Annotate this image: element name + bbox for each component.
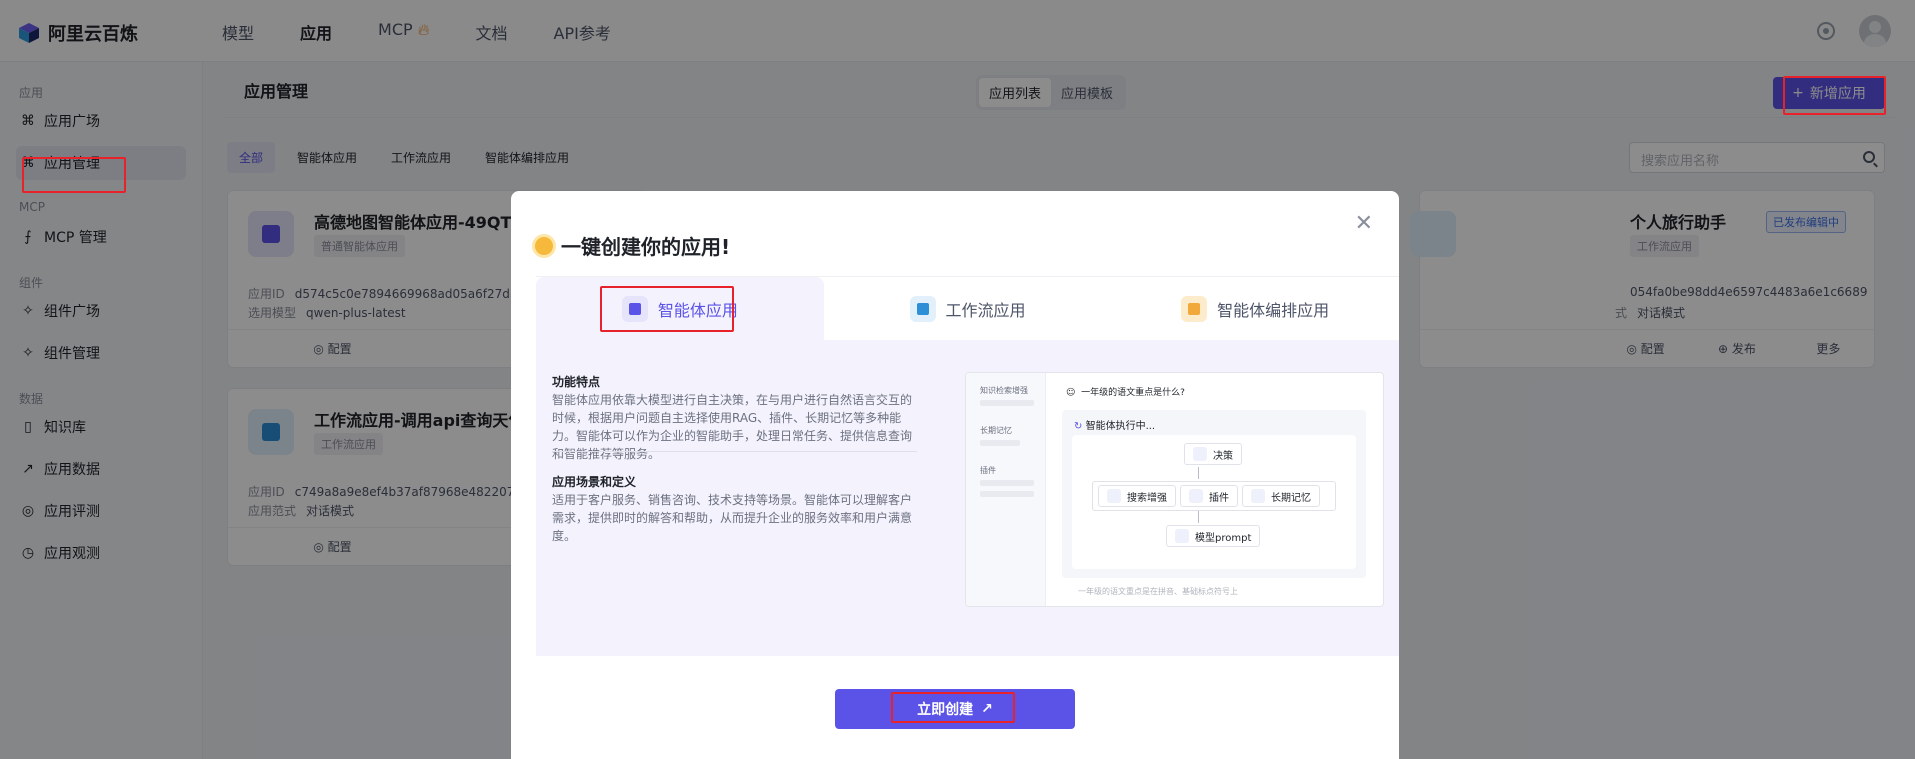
tab-workflow-app[interactable]: 工作流应用 — [824, 277, 1112, 340]
node-label: 模型prompt — [1195, 532, 1252, 544]
preview-answer: 一年级的语文重点是在拼音、基础标点符号上 — [1078, 587, 1238, 596]
highlight-agent-tab — [600, 286, 734, 332]
tab-workflow-app-label: 工作流应用 — [945, 300, 1026, 320]
prompt-icon — [1175, 529, 1189, 543]
flow-arrow — [1198, 511, 1199, 523]
node-label: 搜索增强 — [1127, 492, 1167, 504]
scenario-title: 应用场景和定义 — [552, 475, 637, 489]
node-label: 长期记忆 — [1271, 492, 1311, 504]
preview-run-box: ↻ 智能体执行中... 决策 搜索增强 插件 长期记忆 模型prompt — [1062, 410, 1366, 578]
app-type-panel: 功能特点 智能体应用依靠大模型进行自主决策，在与用户进行自然语言交互的时候，根据… — [536, 340, 1399, 656]
sun-icon — [535, 236, 553, 255]
flow-arrow — [1198, 467, 1199, 479]
features-title: 功能特点 — [552, 375, 601, 389]
node-decision: 决策 — [1184, 443, 1242, 465]
node-label: 决策 — [1213, 450, 1233, 462]
plugin-icon — [1189, 489, 1203, 503]
divider — [552, 451, 917, 452]
highlight-sidebar-app-management — [22, 157, 126, 193]
preview-side-label: 插件 — [980, 466, 996, 475]
preview-bar — [980, 480, 1034, 486]
tab-orchestration-app[interactable]: 智能体编排应用 — [1111, 277, 1399, 340]
create-app-modal: 一键创建你的应用! ✕ 智能体应用 工作流应用 智能体编排应用 功能特点 智能体… — [511, 191, 1399, 759]
preview-bar — [980, 400, 1034, 406]
memory-icon — [1251, 489, 1265, 503]
features-text: 智能体应用依靠大模型进行自主决策，在与用户进行自然语言交互的时候，根据用户问题自… — [552, 393, 913, 461]
modal-title-text: 一键创建你的应用! — [561, 235, 731, 259]
preview-sidebar: 知识检索增强 长期记忆 插件 — [966, 373, 1046, 606]
preview-question-text: 一年级的语文重点是什么? — [1081, 388, 1185, 398]
node-plugin: 插件 — [1180, 485, 1238, 507]
highlight-new-app-button — [1783, 76, 1886, 115]
search-icon — [1107, 489, 1121, 503]
page: 阿里云百炼 模型 应用 MCP 🔥︎ 文档 API参考 应用 ⌘ 应用广场 ⌘ 应用… — [0, 0, 1915, 759]
node-search: 搜索增强 — [1098, 485, 1176, 507]
modal-title: 一键创建你的应用! — [535, 231, 730, 260]
node-prompt: 模型prompt — [1166, 525, 1261, 547]
preview-side-label: 长期记忆 — [980, 426, 1012, 435]
node-memory: 长期记忆 — [1242, 485, 1320, 507]
highlight-create-button — [891, 692, 1015, 723]
preview-running-text: 智能体执行中... — [1085, 421, 1156, 432]
close-icon[interactable]: ✕ — [1355, 213, 1373, 235]
preview-question: ☺︎ 一年级的语文重点是什么? — [1066, 388, 1185, 398]
scenario-text: 适用于客户服务、销售咨询、技术支持等场景。智能体可以理解客户需求，提供即时的解答… — [552, 493, 913, 543]
preview-side-label: 知识检索增强 — [980, 386, 1028, 395]
preview-bar — [980, 440, 1020, 446]
tab-orchestration-app-label: 智能体编排应用 — [1217, 300, 1330, 320]
preview-bar — [980, 491, 1034, 497]
node-label: 插件 — [1209, 492, 1229, 504]
loading-icon: ↻ — [1074, 421, 1083, 432]
orchestration-app-icon — [1181, 295, 1208, 322]
preview-running: ↻ 智能体执行中... — [1074, 417, 1155, 432]
decision-icon — [1193, 447, 1207, 461]
agent-preview-image: 知识检索增强 长期记忆 插件 ☺︎ 一年级的语文重点是什么? ↻ 智能体执行中.… — [965, 372, 1384, 607]
workflow-app-icon — [909, 295, 936, 322]
preview-flow: 决策 搜索增强 插件 长期记忆 模型prompt — [1072, 435, 1356, 569]
